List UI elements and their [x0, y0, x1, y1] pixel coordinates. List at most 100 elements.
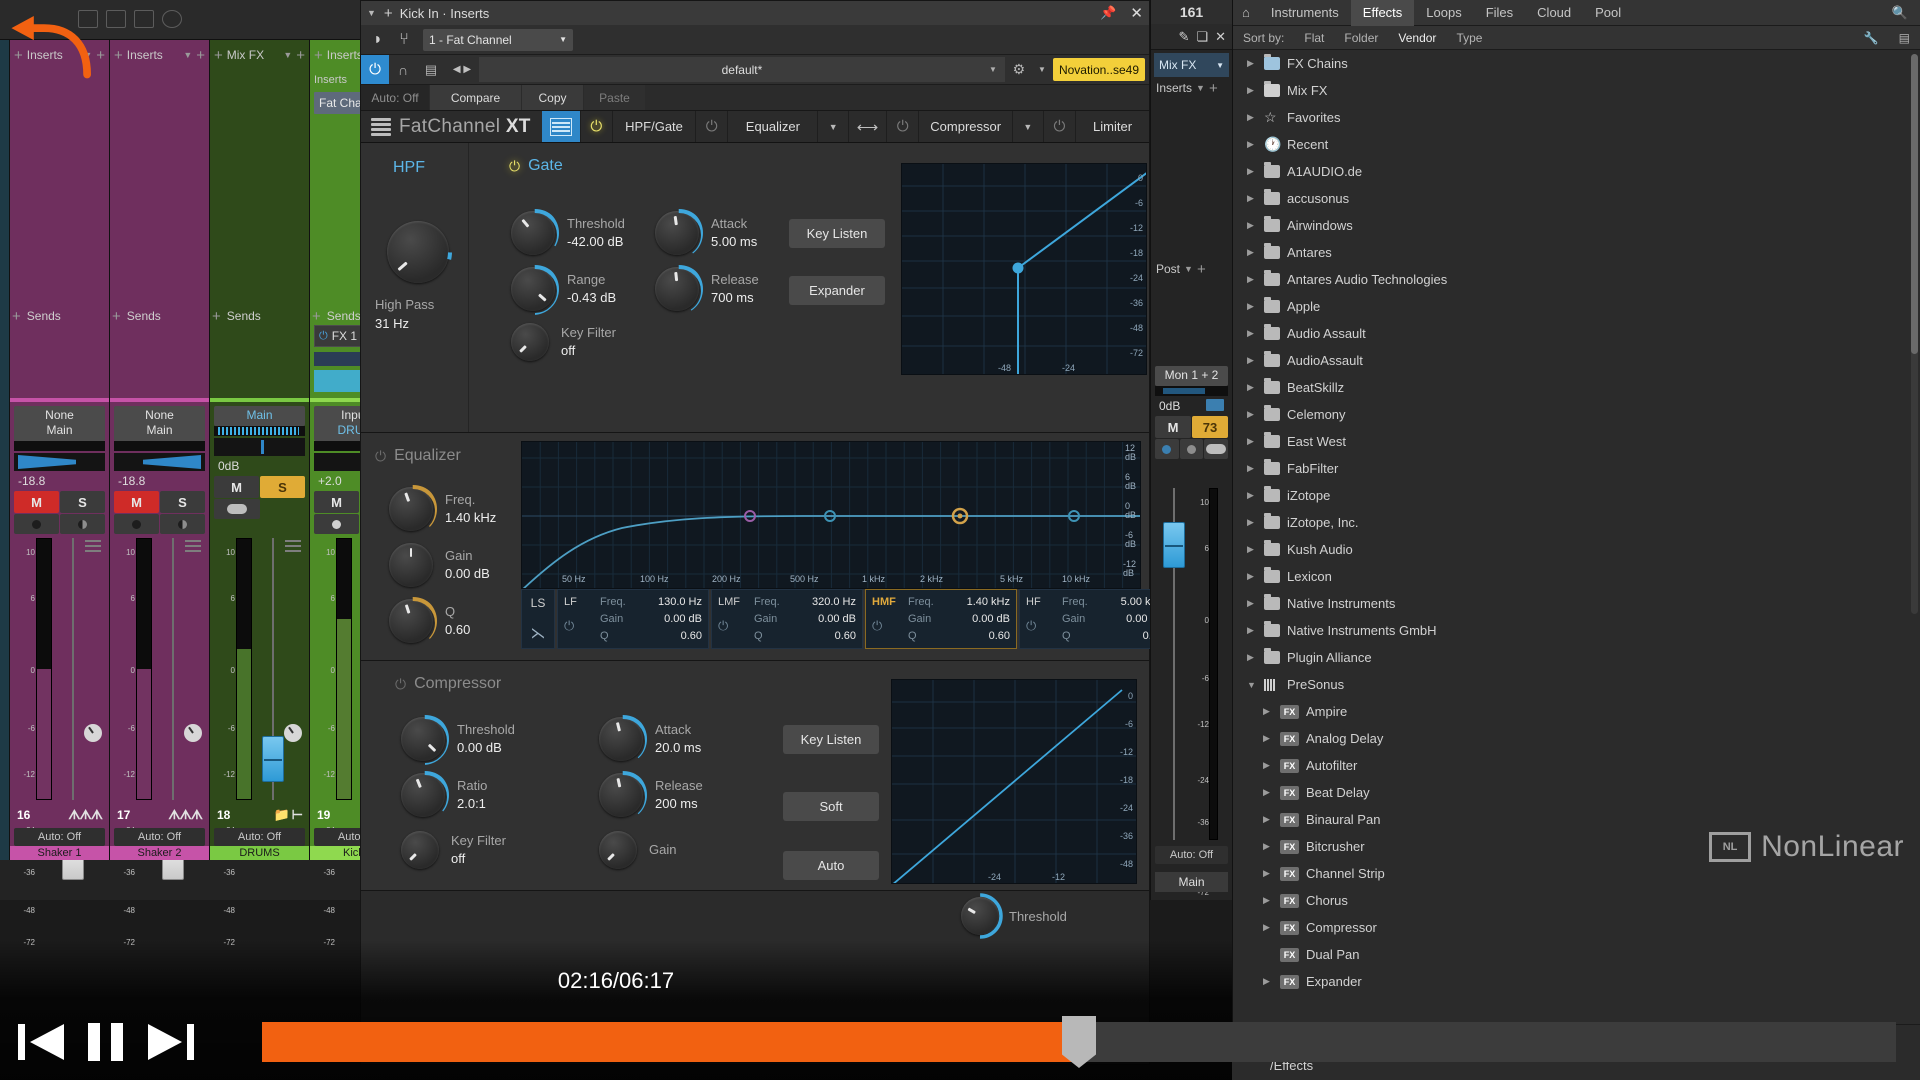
- channel-0-sends-row[interactable]: + Sends: [10, 305, 109, 327]
- add-insert-icon[interactable]: +: [114, 47, 123, 64]
- novation-badge[interactable]: Novation..se49: [1052, 58, 1145, 81]
- module-tab-equalizer[interactable]: Equalizer: [727, 111, 817, 142]
- browser-item-23[interactable]: ▼ PreSonus: [1233, 671, 1920, 698]
- collapsed-triangle-icon[interactable]: ▶: [1263, 868, 1273, 879]
- comp-attack-knob[interactable]: [597, 715, 647, 765]
- tab-effects[interactable]: Effects: [1350, 0, 1415, 26]
- collapsed-triangle-icon[interactable]: ▶: [1247, 112, 1257, 123]
- collapsed-triangle-icon[interactable]: ▶: [1263, 814, 1273, 825]
- main-solo-button[interactable]: 73: [1192, 416, 1228, 438]
- collapsed-triangle-icon[interactable]: ▶: [1247, 463, 1257, 474]
- main-icon-3[interactable]: [1204, 439, 1229, 459]
- bypass-icon[interactable]: ◗: [365, 28, 391, 52]
- gate-threshold-control[interactable]: Threshold -42.00 dB: [509, 209, 625, 259]
- browser-item-16[interactable]: ▶ iZotope: [1233, 482, 1920, 509]
- pause-icon[interactable]: [82, 1018, 130, 1066]
- mixer-channel-1[interactable]: + Inserts ▼ + + Sends None Main -18.8 M …: [110, 40, 210, 947]
- comp-ratio-control[interactable]: Ratio 2.0:1: [399, 771, 487, 821]
- main-fader[interactable]: [1163, 488, 1185, 840]
- browser-item-12[interactable]: ▶ BeatSkillz: [1233, 374, 1920, 401]
- channel-1-small-knob[interactable]: [184, 724, 202, 742]
- channel-2-small-knob[interactable]: [284, 724, 302, 742]
- browser-item-2[interactable]: ▶ ☆ Favorites: [1233, 104, 1920, 131]
- gate-attack-control[interactable]: Attack 5.00 ms: [653, 209, 757, 259]
- browser-item-13[interactable]: ▶ Celemony: [1233, 401, 1920, 428]
- tab-instruments[interactable]: Instruments: [1259, 0, 1351, 26]
- channel-1-io-1[interactable]: [114, 514, 159, 534]
- gate-threshold-knob[interactable]: [509, 209, 559, 259]
- channel-0-small-knob[interactable]: [84, 724, 102, 742]
- eq-gain-control[interactable]: Gain 0.00 dB: [389, 543, 490, 587]
- comp-keyfilter-control[interactable]: Key Filter off: [401, 831, 506, 869]
- collapsed-triangle-icon[interactable]: ▶: [1247, 328, 1257, 339]
- browser-item-25[interactable]: ▶ FX Analog Delay: [1233, 725, 1920, 752]
- expanded-triangle-icon[interactable]: ▼: [1247, 680, 1257, 690]
- browser-item-0[interactable]: ▶ FX Chains: [1233, 50, 1920, 77]
- mixer-channel-2[interactable]: + Mix FX ▼ + + Sends Main 0dB M S 10 6 0…: [210, 40, 310, 947]
- collapsed-triangle-icon[interactable]: ▶: [1247, 436, 1257, 447]
- channel-1-inserts-row[interactable]: + Inserts ▼ +: [110, 40, 209, 70]
- search-icon[interactable]: 🔍: [1880, 0, 1920, 26]
- tool-icon-5[interactable]: [190, 10, 210, 28]
- fx-power-icon[interactable]: ⏻: [319, 330, 328, 343]
- mixfx-selector[interactable]: Mix FX ▼: [1154, 53, 1229, 77]
- post-row[interactable]: Post ▼ +: [1151, 258, 1232, 280]
- gate-key-listen-button[interactable]: Key Listen: [789, 219, 885, 248]
- eq-gain-knob[interactable]: [389, 543, 433, 587]
- channel-3-mute-button[interactable]: M: [314, 491, 359, 513]
- add-send-icon[interactable]: +: [312, 308, 321, 325]
- add-insert-icon[interactable]: +: [314, 47, 323, 64]
- channel-2-auto[interactable]: Auto: Off: [214, 828, 305, 846]
- channel-2-fader[interactable]: [262, 538, 284, 800]
- gate-release-knob[interactable]: [653, 265, 703, 315]
- browser-item-28[interactable]: ▶ FX Binaural Pan: [1233, 806, 1920, 833]
- comp-gain-knob[interactable]: [599, 831, 637, 869]
- add-icon[interactable]: +: [296, 47, 305, 64]
- browser-item-27[interactable]: ▶ FX Beat Delay: [1233, 779, 1920, 806]
- browser-item-8[interactable]: ▶ Antares Audio Technologies: [1233, 266, 1920, 293]
- comp-auto-button[interactable]: Auto: [783, 851, 879, 880]
- module-tab-compressor[interactable]: Compressor: [918, 111, 1012, 142]
- browser-item-18[interactable]: ▶ Kush Audio: [1233, 536, 1920, 563]
- browser-item-7[interactable]: ▶ Antares: [1233, 239, 1920, 266]
- tab-loops[interactable]: Loops: [1414, 0, 1473, 26]
- view-toggle-button[interactable]: [541, 111, 580, 142]
- browser-item-17[interactable]: ▶ iZotope, Inc.: [1233, 509, 1920, 536]
- power-button[interactable]: ⏻: [361, 55, 389, 84]
- browser-item-32[interactable]: ▶ FX Compressor: [1233, 914, 1920, 941]
- equalizer-power-button[interactable]: ⏻: [694, 111, 727, 142]
- compressor-power-button[interactable]: ⏻: [885, 111, 918, 142]
- channel-1-fader[interactable]: [162, 538, 184, 880]
- add-insert-icon[interactable]: +: [1209, 80, 1218, 97]
- collapsed-triangle-icon[interactable]: ▶: [1247, 166, 1257, 177]
- high-pass-knob[interactable]: [384, 218, 452, 286]
- collapsed-triangle-icon[interactable]: ▶: [1247, 85, 1257, 96]
- browser-item-9[interactable]: ▶ Apple: [1233, 293, 1920, 320]
- collapsed-triangle-icon[interactable]: ▶: [1247, 490, 1257, 501]
- wrench-icon[interactable]: 🔧: [1854, 31, 1889, 45]
- layout-icon[interactable]: ▤: [1889, 31, 1920, 45]
- pin-icon[interactable]: 📌: [1100, 5, 1116, 21]
- collapsed-triangle-icon[interactable]: ▶: [1247, 571, 1257, 582]
- gate-release-control[interactable]: Release 700 ms: [653, 265, 759, 315]
- gate-attack-knob[interactable]: [653, 209, 703, 259]
- preset-field[interactable]: default* ▼: [479, 57, 1005, 82]
- sort-folder[interactable]: Folder: [1334, 31, 1388, 45]
- swap-order-icon[interactable]: ⟷: [848, 111, 886, 142]
- channel-1-mute-button[interactable]: M: [114, 491, 159, 513]
- comp-attack-control[interactable]: Attack 20.0 ms: [597, 715, 701, 765]
- module-tab-limiter[interactable]: Limiter: [1075, 111, 1149, 142]
- collapsed-triangle-icon[interactable]: ▶: [1263, 706, 1273, 717]
- browser-item-30[interactable]: ▶ FX Channel Strip: [1233, 860, 1920, 887]
- comp-threshold-control[interactable]: Threshold 0.00 dB: [399, 715, 515, 765]
- channel-0-output[interactable]: None Main: [14, 406, 105, 441]
- channel-1-auto[interactable]: Auto: Off: [114, 828, 205, 846]
- channel-1-pan-strip[interactable]: [114, 453, 205, 471]
- tool-icon-3[interactable]: [134, 10, 154, 28]
- channel-0-menu-icon[interactable]: [85, 540, 101, 555]
- paste-button[interactable]: Paste: [583, 85, 645, 110]
- add-send-icon[interactable]: +: [212, 308, 221, 325]
- comp-release-knob[interactable]: [597, 771, 647, 821]
- browser-item-31[interactable]: ▶ FX Chorus: [1233, 887, 1920, 914]
- close-icon[interactable]: ✕: [1130, 4, 1143, 22]
